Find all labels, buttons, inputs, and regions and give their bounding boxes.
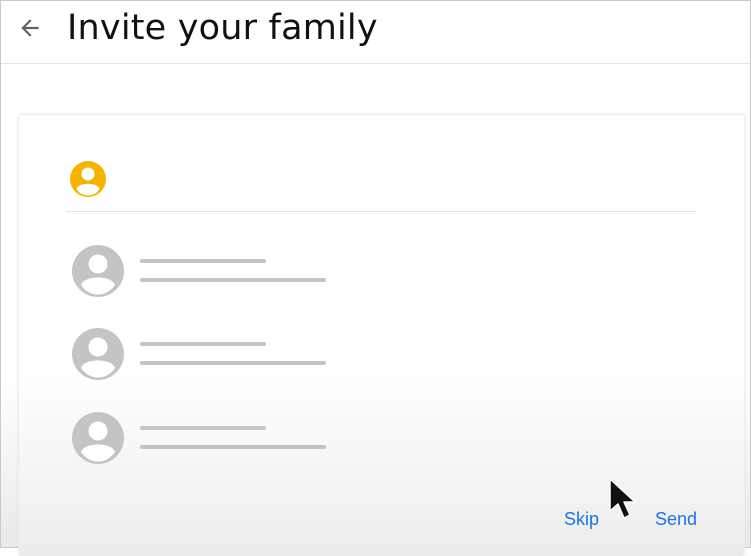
account-circle-icon — [70, 161, 106, 197]
arrow-left-icon — [21, 19, 39, 37]
app-window: Invite your family Skip Send — [0, 0, 751, 556]
name-placeholder-line — [140, 342, 266, 346]
name-placeholder-line — [140, 259, 266, 263]
member-avatar — [71, 327, 125, 381]
mouse-pointer-icon — [608, 477, 640, 521]
member-placeholder-row[interactable] — [71, 327, 351, 383]
send-button[interactable]: Send — [655, 509, 697, 530]
name-placeholder-line — [140, 426, 266, 430]
skip-button[interactable]: Skip — [564, 509, 599, 530]
account-circle-icon — [72, 412, 124, 464]
member-avatar — [71, 244, 125, 298]
page-title: Invite your family — [67, 8, 378, 48]
account-circle-icon — [72, 328, 124, 380]
email-placeholder-line — [140, 445, 326, 449]
email-placeholder-line — [140, 278, 326, 282]
member-avatar — [71, 411, 125, 465]
member-placeholder-row[interactable] — [71, 244, 351, 300]
email-placeholder-line — [140, 361, 326, 365]
member-placeholder-row[interactable] — [71, 411, 351, 467]
app-bar: Invite your family — [1, 1, 750, 64]
back-button[interactable] — [13, 13, 47, 43]
owner-avatar — [69, 160, 107, 198]
account-circle-icon — [72, 245, 124, 297]
divider — [66, 211, 696, 212]
